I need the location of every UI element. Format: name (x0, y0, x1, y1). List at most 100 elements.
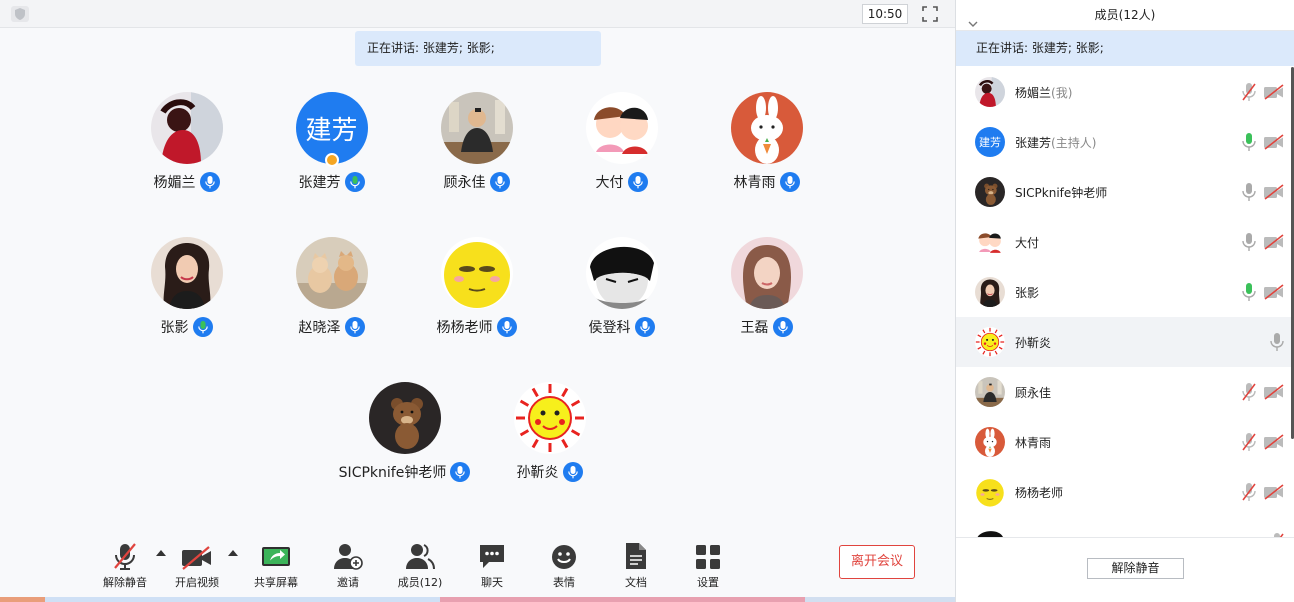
video-off-icon[interactable] (1263, 184, 1285, 204)
avatar (585, 237, 658, 309)
mic-icon (496, 317, 517, 337)
video-off-icon[interactable] (1263, 434, 1285, 454)
member-role: (我) (1051, 85, 1073, 100)
start-video-button[interactable]: 开启视频 (167, 538, 227, 590)
mic-icon (192, 317, 213, 337)
participant-name: 赵晓泽 (298, 320, 341, 336)
member-row[interactable]: 孙靳炎 (956, 317, 1294, 367)
fullscreen-icon[interactable] (922, 6, 938, 22)
avatar (730, 92, 803, 164)
unmute-label: 解除静音 (103, 576, 147, 589)
participant-tile[interactable]: 赵晓泽 (259, 237, 404, 337)
avatar (975, 277, 1005, 307)
participant-tile[interactable]: 林青雨 (694, 92, 839, 192)
member-name: 杨媚兰 (1015, 85, 1052, 100)
video-off-icon[interactable] (1263, 84, 1285, 104)
unmute-all-button[interactable]: 解除静音 (1087, 558, 1184, 579)
participant-name: SICPknife钟老师 (338, 465, 447, 481)
security-shield-icon[interactable] (11, 6, 29, 22)
host-badge-icon (325, 153, 339, 167)
mic-icon[interactable] (1241, 282, 1257, 306)
members-speaking-banner: 正在讲话: 张建芳; 张影; (956, 31, 1294, 66)
settings-label: 设置 (697, 576, 719, 589)
participant-name: 张影 (160, 320, 189, 336)
participant-tile[interactable]: 建芳 张建芳 (259, 92, 404, 192)
meeting-toolbar: 解除静音 开启视频 共享屏幕 邀请 成员(12) 聊天 表情 文档 设置 (0, 530, 955, 592)
documents-button[interactable]: 文档 (606, 538, 666, 590)
avatar (513, 382, 586, 454)
invite-label: 邀请 (337, 576, 359, 589)
background-strip (0, 597, 955, 602)
member-row[interactable]: 建芳 张建芳(主持人) (956, 117, 1294, 167)
mic-muted-icon (95, 538, 155, 570)
member-list[interactable]: 杨媚兰(我) 建芳 张建芳(主持人) SICPknife钟老师 大付 张影 孙靳… (956, 67, 1294, 537)
member-name: 大付 (1015, 235, 1040, 250)
mic-muted-icon[interactable] (1241, 482, 1257, 506)
chat-button[interactable]: 聊天 (462, 538, 522, 590)
participant-tile[interactable]: 杨杨老师 (404, 237, 549, 337)
member-row[interactable] (956, 517, 1294, 537)
member-name: 杨杨老师 (1015, 485, 1064, 500)
member-row[interactable]: 林青雨 (956, 417, 1294, 467)
top-bar: 10:50 (0, 0, 955, 28)
video-off-icon[interactable] (1263, 484, 1285, 504)
members-button[interactable]: 成员(12) (390, 538, 450, 590)
mic-icon (779, 172, 800, 192)
mic-icon (627, 172, 648, 192)
mic-icon[interactable] (1241, 182, 1257, 206)
avatar (975, 77, 1005, 107)
share-screen-icon (246, 538, 306, 570)
chat-label: 聊天 (481, 576, 503, 589)
member-row[interactable]: 杨媚兰(我) (956, 67, 1294, 117)
mic-icon[interactable] (1269, 332, 1285, 356)
members-panel: 成员(12人) 正在讲话: 张建芳; 张影; 杨媚兰(我) 建芳 张建芳(主持人… (955, 0, 1294, 602)
mic-muted-icon[interactable] (1241, 82, 1257, 106)
participant-tile[interactable]: 孙靳炎 (477, 382, 622, 482)
chevron-down-icon[interactable] (968, 9, 978, 40)
audio-options-caret[interactable] (156, 550, 166, 556)
member-name: 顾永佳 (1015, 385, 1052, 400)
member-row[interactable]: 张影 (956, 267, 1294, 317)
settings-button[interactable]: 设置 (678, 538, 738, 590)
participant-tile[interactable]: 张影 (114, 237, 259, 337)
participant-tile[interactable]: 侯登科 (549, 237, 694, 337)
member-row[interactable]: 大付 (956, 217, 1294, 267)
participant-tile[interactable]: 大付 (549, 92, 694, 192)
mic-icon[interactable] (1241, 232, 1257, 256)
mic-muted-icon[interactable] (1241, 432, 1257, 456)
video-off-icon[interactable] (1263, 384, 1285, 404)
participant-tile[interactable]: 王磊 (694, 237, 839, 337)
video-off-icon[interactable] (1263, 234, 1285, 254)
participant-tile[interactable]: 杨媚兰 (114, 92, 259, 192)
participant-name: 杨媚兰 (153, 175, 196, 191)
video-off-icon[interactable] (1263, 134, 1285, 154)
member-row[interactable]: 杨杨老师 (956, 467, 1294, 517)
avatar (585, 92, 658, 164)
participant-tile[interactable]: SICPknife钟老师 (332, 382, 477, 482)
video-options-caret[interactable] (228, 550, 238, 556)
members-icon (390, 538, 450, 570)
video-off-icon[interactable] (1263, 284, 1285, 304)
members-panel-header: 成员(12人) (956, 0, 1294, 31)
avatar (368, 382, 441, 454)
avatar (975, 327, 1005, 357)
member-row[interactable]: SICPknife钟老师 (956, 167, 1294, 217)
meeting-main-area: 10:50 正在讲话: 张建芳; 张影; 杨媚兰 建芳 张建芳 顾永佳 大付 林… (0, 0, 955, 602)
avatar (440, 92, 513, 164)
mic-icon (450, 462, 471, 482)
mic-muted-icon[interactable] (1241, 382, 1257, 406)
mic-icon[interactable] (1241, 132, 1257, 156)
mic-icon (344, 172, 365, 192)
participant-tile[interactable]: 顾永佳 (404, 92, 549, 192)
leave-meeting-button[interactable]: 离开会议 (839, 545, 915, 579)
avatar (975, 377, 1005, 407)
mic-icon (562, 462, 583, 482)
unmute-button[interactable]: 解除静音 (95, 538, 155, 590)
member-row[interactable]: 顾永佳 (956, 367, 1294, 417)
member-name: SICPknife钟老师 (1015, 185, 1108, 200)
members-panel-footer: 解除静音 (956, 537, 1294, 602)
share-screen-button[interactable]: 共享屏幕 (246, 538, 306, 590)
invite-button[interactable]: 邀请 (318, 538, 378, 590)
participant-name: 大付 (595, 175, 624, 191)
reactions-button[interactable]: 表情 (534, 538, 594, 590)
